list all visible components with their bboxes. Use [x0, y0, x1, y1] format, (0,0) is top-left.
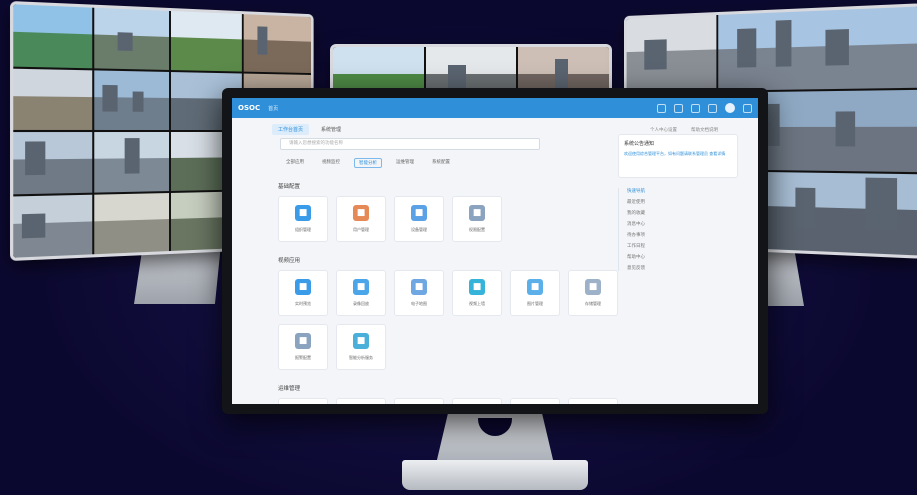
app-card-label: 组织管理	[295, 227, 311, 232]
main-monitor-base	[402, 460, 588, 490]
help-docs-link[interactable]: 帮助文档说明	[691, 127, 718, 133]
app-card[interactable]: ■ 图片管理	[510, 270, 560, 316]
app-card-label: 设备管理	[411, 227, 427, 232]
storage-icon: ■	[585, 279, 601, 295]
filter-ops[interactable]: 运维管理	[392, 158, 418, 168]
app-card[interactable]: ■ 报警配置	[278, 324, 328, 370]
app-card[interactable]: ■网络配置	[452, 398, 502, 404]
app-card-label: 录像回放	[353, 301, 369, 306]
filter-video[interactable]: 视频监控	[318, 158, 344, 168]
app-card[interactable]: ■ 权限配置	[452, 196, 502, 242]
section-list: 基础配置 ■ 组织管理 ■ 用户管理 ■ 设备管理 ■ 权限配置视频应用 ■ 实时预览 ■ 录像回放 ■ 电…	[270, 182, 618, 404]
app-card[interactable]: ■更多应用中心	[568, 398, 618, 404]
app-card[interactable]: ■数据统计	[278, 398, 328, 404]
video-tile	[94, 192, 170, 255]
filter-config[interactable]: 系统配置	[428, 158, 454, 168]
side-nav-list: 快速导航最近使用我的收藏消息中心待办事项工作日程帮助中心意见反馈	[618, 188, 738, 271]
video-tile	[626, 15, 717, 93]
app-card[interactable]: ■ 设备管理	[394, 196, 444, 242]
app-card[interactable]: ■ 存储管理	[568, 270, 618, 316]
video-tile	[13, 132, 93, 194]
side-nav-item[interactable]: 消息中心	[627, 221, 738, 227]
card-grid: ■数据统计 ■日志管理 ■系统维护 ■网络配置 ■资源监控 ■更多应用中心	[278, 398, 618, 404]
video-tile	[13, 194, 93, 258]
card-grid: ■ 组织管理 ■ 用户管理 ■ 设备管理 ■ 权限配置	[278, 196, 618, 242]
app-card-label: 实时预览	[295, 301, 311, 306]
menu-icon[interactable]	[743, 103, 752, 113]
app-title: 首页	[268, 105, 279, 112]
side-nav-item[interactable]: 快速导航	[627, 188, 738, 194]
permission-icon: ■	[469, 205, 485, 221]
tab-bar: 工作台首页 系统管理 个人中心设置 帮助文档说明	[232, 118, 758, 135]
video-tile	[13, 4, 93, 68]
settings-icon[interactable]	[708, 103, 717, 113]
app-card[interactable]: ■ 组织管理	[278, 196, 328, 242]
main-content: 请输入您想搜索的功能名称 全部应用 视频监控 智能分析 运维管理 系统配置 基础…	[232, 134, 758, 404]
app-launcher: 请输入您想搜索的功能名称 全部应用 视频监控 智能分析 运维管理 系统配置 基础…	[270, 138, 618, 404]
section-title: 视频应用	[278, 258, 301, 264]
section-title: 运维管理	[278, 386, 301, 392]
app-card[interactable]: ■ 电子地图	[394, 270, 444, 316]
side-nav-item[interactable]: 帮助中心	[627, 254, 738, 260]
bell-icon[interactable]	[691, 103, 700, 113]
right-panel: 系统公告通知 欢迎使用综合管理平台，如有问题请联系管理员 查看详情 快速导航最近…	[618, 134, 738, 271]
main-monitor: OSOC 首页 工作台首页 系统管理 个人中心设置 帮助文档说明 请输入您想搜索…	[222, 88, 768, 414]
app-card-label: 视频上墙	[469, 301, 485, 306]
filter-bar: 全部应用 视频监控 智能分析 运维管理 系统配置	[282, 158, 600, 168]
video-tile	[243, 14, 311, 73]
filter-analysis[interactable]: 智能分析	[354, 158, 382, 168]
search-input[interactable]: 请输入您想搜索的功能名称	[280, 138, 540, 150]
video-tile	[94, 7, 170, 70]
video-tile	[170, 11, 242, 72]
filter-all[interactable]: 全部应用	[282, 158, 308, 168]
search-icon[interactable]	[657, 103, 666, 113]
app-logo[interactable]: OSOC	[238, 104, 260, 112]
app-card[interactable]: ■资源监控	[510, 398, 560, 404]
app-card[interactable]: ■日志管理	[336, 398, 386, 404]
section-title: 基础配置	[278, 184, 301, 190]
app-card-label: 电子地图	[411, 301, 427, 306]
top-bar: OSOC 首页	[232, 98, 758, 118]
message-icon[interactable]	[674, 103, 683, 113]
app-card-label: 报警配置	[295, 355, 311, 360]
video-tile	[94, 69, 170, 130]
app-card[interactable]: ■ 录像回放	[336, 270, 386, 316]
video-tile	[13, 68, 93, 130]
personal-center-link[interactable]: 个人中心设置	[650, 127, 677, 133]
app-card-label: 智能分析服务	[349, 355, 373, 360]
wall-icon: ■	[469, 279, 485, 295]
side-nav-item[interactable]: 意见反馈	[627, 265, 738, 271]
preview-icon: ■	[295, 279, 311, 295]
app-card[interactable]: ■ 用户管理	[336, 196, 386, 242]
app-card[interactable]: ■系统维护	[394, 398, 444, 404]
image-icon: ■	[527, 279, 543, 295]
avatar[interactable]	[725, 103, 735, 113]
org-icon: ■	[295, 205, 311, 221]
side-nav-item[interactable]: 工作日程	[627, 243, 738, 249]
device-icon: ■	[411, 205, 427, 221]
video-tile	[718, 6, 917, 92]
analysis-icon: ■	[353, 333, 369, 349]
platform-screen: OSOC 首页 工作台首页 系统管理 个人中心设置 帮助文档说明 请输入您想搜索…	[232, 98, 758, 404]
app-card-label: 存储管理	[585, 301, 601, 306]
alarm-icon: ■	[295, 333, 311, 349]
app-card[interactable]: ■ 智能分析服务	[336, 324, 386, 370]
card-grid: ■ 实时预览 ■ 录像回放 ■ 电子地图 ■ 视频上墙 ■ 图片管理 ■ 存储管理 ■ 报警配置 ■ 智能分析…	[278, 270, 618, 370]
notice-card: 系统公告通知 欢迎使用综合管理平台，如有问题请联系管理员 查看详情	[618, 134, 738, 178]
user-icon: ■	[353, 205, 369, 221]
app-card[interactable]: ■ 视频上墙	[452, 270, 502, 316]
notice-body[interactable]: 欢迎使用综合管理平台，如有问题请联系管理员 查看详情	[624, 151, 732, 157]
notice-title: 系统公告通知	[624, 141, 655, 147]
playback-icon: ■	[353, 279, 369, 295]
app-card-label: 用户管理	[353, 227, 369, 232]
app-card-label: 图片管理	[527, 301, 543, 306]
side-nav-item[interactable]: 最近使用	[627, 199, 738, 205]
app-card[interactable]: ■ 实时预览	[278, 270, 328, 316]
video-tile	[94, 132, 170, 193]
app-card-label: 权限配置	[469, 227, 485, 232]
side-nav-item[interactable]: 待办事项	[627, 232, 738, 238]
side-nav-item[interactable]: 我的收藏	[627, 210, 738, 216]
map-icon: ■	[411, 279, 427, 295]
